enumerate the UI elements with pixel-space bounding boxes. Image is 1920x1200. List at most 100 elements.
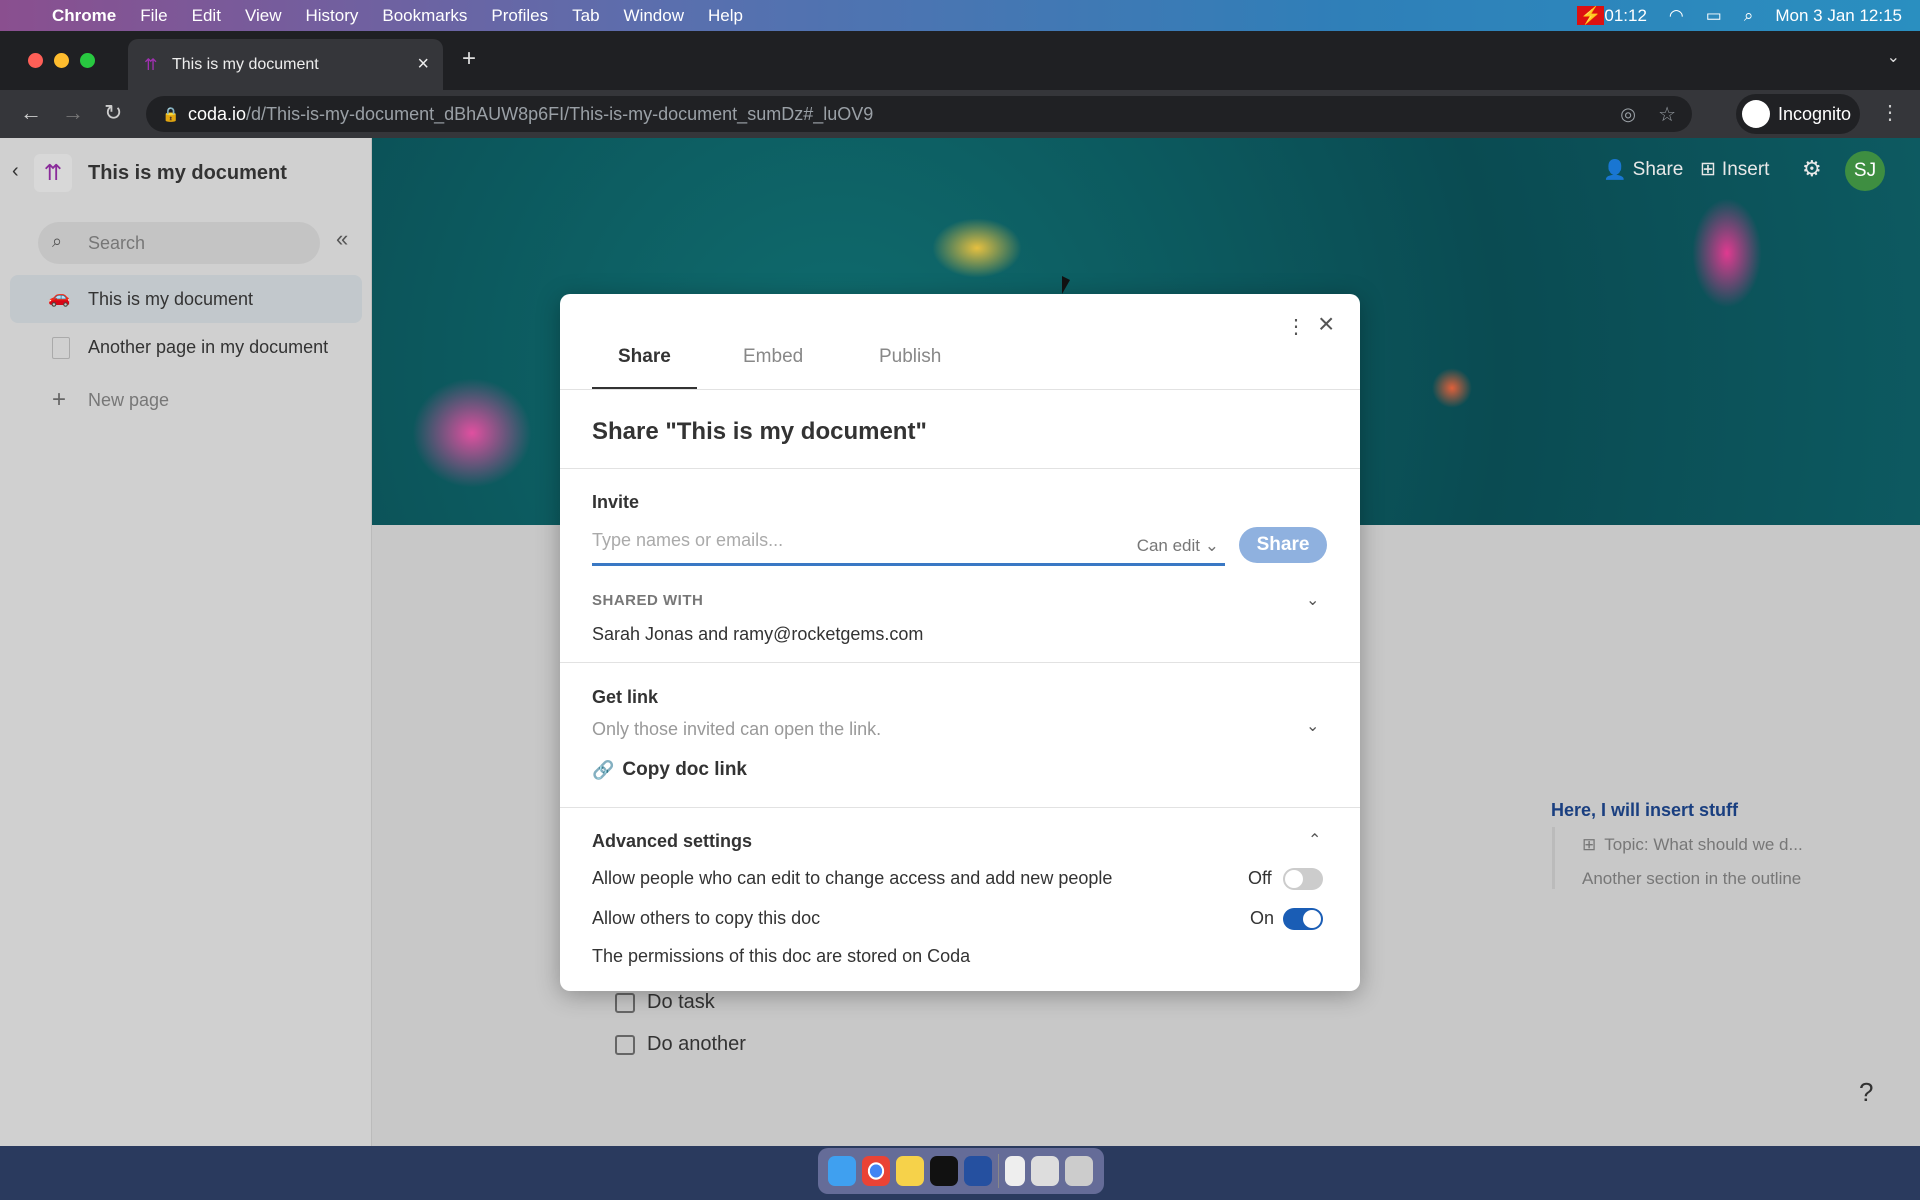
menu-bookmarks[interactable]: Bookmarks <box>382 6 467 26</box>
toggle-knob <box>1285 870 1303 888</box>
menu-edit[interactable]: Edit <box>192 6 221 26</box>
menu-history[interactable]: History <box>305 6 358 26</box>
menu-window[interactable]: Window <box>624 6 684 26</box>
checkbox[interactable] <box>615 992 635 1013</box>
search-icon[interactable]: ⌕ <box>1744 6 1754 26</box>
allow-editors-share-toggle[interactable] <box>1283 868 1323 890</box>
tab-share[interactable]: Share <box>618 346 671 368</box>
outline-item[interactable]: ⊞ Topic: What should we d... <box>1582 835 1803 855</box>
chevron-down-icon: ⌄ <box>1204 536 1219 555</box>
outline-item-label: Topic: What should we d... <box>1604 835 1803 854</box>
close-tab-icon[interactable]: × <box>417 53 429 76</box>
trash-icon[interactable] <box>1065 1156 1093 1186</box>
divider <box>560 468 1360 469</box>
battery-icon[interactable]: ▭ <box>1706 6 1722 26</box>
chevron-down-icon[interactable]: ⌄ <box>1306 590 1319 610</box>
star-icon[interactable]: ☆ <box>1658 102 1676 127</box>
advanced-settings-label: Advanced settings <box>592 831 753 851</box>
divider <box>560 807 1360 808</box>
new-page-button[interactable]: + New page <box>10 378 362 422</box>
clock[interactable]: Mon 3 Jan 12:15 <box>1775 6 1902 26</box>
maximize-window-button[interactable] <box>80 53 95 68</box>
share-label: Share <box>1632 159 1684 180</box>
terminal-icon[interactable] <box>930 1156 958 1186</box>
insert-label: Insert <box>1721 158 1770 180</box>
mouse-cursor <box>1062 276 1070 294</box>
allow-copy-toggle[interactable] <box>1283 908 1323 930</box>
divider <box>560 389 1360 390</box>
incognito-icon <box>1742 100 1770 128</box>
header-share-button[interactable]: 👤 Share <box>1603 158 1683 182</box>
document-icon[interactable] <box>1005 1156 1025 1186</box>
profile-label: Incognito <box>1778 103 1852 124</box>
reload-button[interactable]: ↻ <box>104 100 122 126</box>
finder-icon[interactable] <box>828 1156 856 1186</box>
setting-state: On <box>1250 908 1275 928</box>
tab-search-chevron-icon[interactable]: ⌄ <box>1887 47 1900 67</box>
menu-help[interactable]: Help <box>708 6 743 26</box>
confetti <box>1432 368 1472 408</box>
permission-label: Can edit <box>1136 536 1201 555</box>
lightning-icon: ⚡ <box>1577 5 1605 25</box>
sidebar-item-another-page[interactable]: Another page in my document <box>10 323 362 371</box>
avatar[interactable]: SJ <box>1845 151 1885 191</box>
url-bar[interactable]: 🔒 coda.io/d/This-is-my-document_dBhAUW8p… <box>146 96 1692 132</box>
setting-label: Allow people who can edit to change acce… <box>592 868 1113 888</box>
minimize-window-button[interactable] <box>54 53 69 68</box>
task-label: Do task <box>647 991 715 1013</box>
close-window-button[interactable] <box>28 53 43 68</box>
person-icon: 👤 <box>1603 160 1627 181</box>
menu-view[interactable]: View <box>245 6 282 26</box>
chevron-up-icon[interactable]: ⌃ <box>1308 830 1321 850</box>
copy-doc-link-button[interactable]: 🔗 Copy doc link <box>592 759 747 781</box>
help-button[interactable]: ? <box>1859 1077 1873 1108</box>
browser-tab[interactable]: ⇈ This is my document × <box>128 39 443 90</box>
gear-icon[interactable]: ⚙ <box>1802 156 1822 182</box>
invite-input[interactable]: Type names or emails... Can edit ⌄ <box>592 530 1225 566</box>
tab-strip: ⇈ This is my document × + ⌄ <box>0 31 1920 90</box>
back-chevron-icon[interactable]: ‹ <box>12 160 19 183</box>
search-input[interactable]: ⌕ Search <box>38 222 320 264</box>
back-button[interactable]: ← <box>20 100 42 126</box>
menu-profiles[interactable]: Profiles <box>491 6 548 26</box>
link-access-dropdown[interactable]: Only those invited can open the link. <box>592 719 881 740</box>
header-insert-button[interactable]: ⊞ Insert <box>1700 158 1769 181</box>
wifi-icon[interactable]: ◠ <box>1669 6 1684 26</box>
eye-slash-icon[interactable]: ◎ <box>1620 104 1636 125</box>
menu-tab[interactable]: Tab <box>572 6 599 26</box>
chevron-down-icon[interactable]: ⌄ <box>1306 716 1319 736</box>
outline-item[interactable]: Another section in the outline <box>1582 869 1801 889</box>
plus-icon: + <box>52 386 67 413</box>
divider <box>560 662 1360 663</box>
tab-embed[interactable]: Embed <box>743 346 803 368</box>
notes-icon[interactable] <box>896 1156 924 1186</box>
kebab-menu-icon[interactable]: ⋮ <box>1880 100 1900 125</box>
shared-with-value: Sarah Jonas and ramy@rocketgems.com <box>592 624 924 644</box>
copy-doc-link-label: Copy doc link <box>622 759 747 780</box>
lightning-app-icon[interactable] <box>964 1156 992 1186</box>
close-icon[interactable]: × <box>1318 308 1334 340</box>
forward-button[interactable]: → <box>62 100 84 126</box>
permission-dropdown[interactable]: Can edit ⌄ <box>1137 536 1219 556</box>
sidebar-item-this-is-my-document[interactable]: 🚗 This is my document <box>10 275 362 323</box>
screenshot-icon[interactable] <box>1031 1156 1059 1186</box>
more-options-icon[interactable]: ⋮ <box>1286 314 1306 339</box>
coda-favicon: ⇈ <box>144 56 158 74</box>
menu-bar: Chrome File Edit View History Bookmarks … <box>0 0 1920 31</box>
tab-publish[interactable]: Publish <box>879 346 941 368</box>
menu-app[interactable]: Chrome <box>52 6 116 26</box>
new-page-label: New page <box>88 390 170 410</box>
collapse-sidebar-icon[interactable]: « <box>336 226 348 252</box>
chrome-icon[interactable] <box>862 1156 890 1186</box>
new-tab-button[interactable]: + <box>462 45 476 73</box>
share-button[interactable]: Share <box>1239 527 1327 563</box>
outline-heading[interactable]: Here, I will insert stuff <box>1551 800 1738 821</box>
checkbox[interactable] <box>615 1034 635 1055</box>
incognito-profile[interactable]: Incognito <box>1736 94 1860 134</box>
sidebar-item-label: This is my document <box>88 289 254 309</box>
doc-title: This is my document <box>88 162 287 184</box>
permissions-note: The permissions of this doc are stored o… <box>592 946 971 966</box>
timer-status[interactable]: ⚡ 01:12 <box>1577 5 1647 26</box>
menu-file[interactable]: File <box>140 6 167 26</box>
dialog-title: Share "This is my document" <box>592 418 927 445</box>
